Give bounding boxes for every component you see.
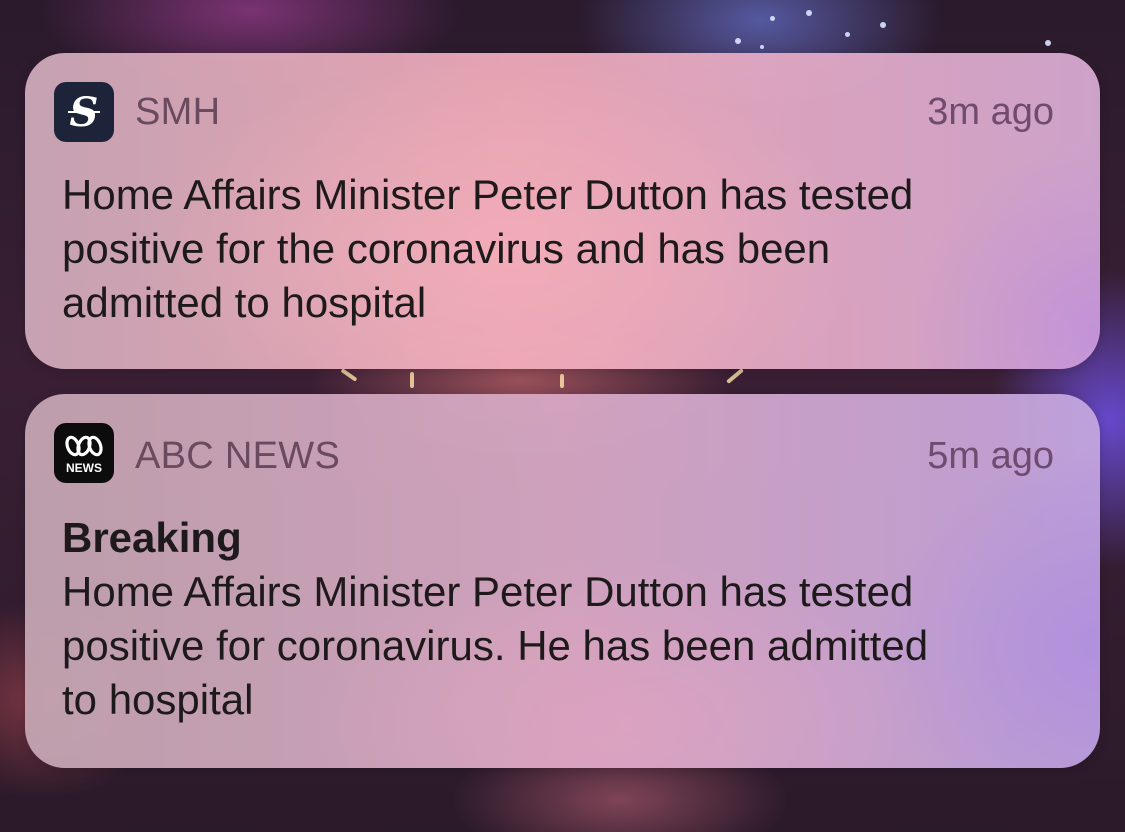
notification-smh[interactable]: S SMH 3m ago Home Affairs Minister Peter… — [25, 53, 1100, 369]
app-name: ABC NEWS — [135, 435, 341, 477]
svg-text:NEWS: NEWS — [66, 461, 102, 475]
firework-sparkle — [845, 32, 850, 37]
abc-news-logo-icon: NEWS — [54, 423, 114, 483]
firework-sparkle — [760, 45, 764, 49]
app-name: SMH — [135, 91, 221, 133]
firework-sparkle — [806, 10, 812, 16]
firework-sparkle — [735, 38, 741, 44]
firework-sparkle — [1045, 40, 1051, 46]
notification-message: Home Affairs Minister Peter Dutton has t… — [62, 171, 914, 326]
firework-sparkle — [880, 22, 886, 28]
notification-title: Breaking — [62, 514, 242, 561]
firework-sparkle — [560, 374, 564, 388]
firework-sparkle — [410, 372, 414, 388]
smh-logo-icon: S — [54, 82, 114, 142]
firework-sparkle — [340, 368, 358, 382]
firework-sparkle — [770, 16, 775, 21]
notification-abc-news[interactable]: NEWS ABC NEWS 5m ago Breaking Home Affai… — [25, 394, 1100, 768]
notification-message: Home Affairs Minister Peter Dutton has t… — [62, 568, 929, 723]
firework-sparkle — [726, 368, 744, 384]
notification-time: 3m ago — [927, 91, 1054, 133]
notification-time: 5m ago — [927, 435, 1054, 477]
